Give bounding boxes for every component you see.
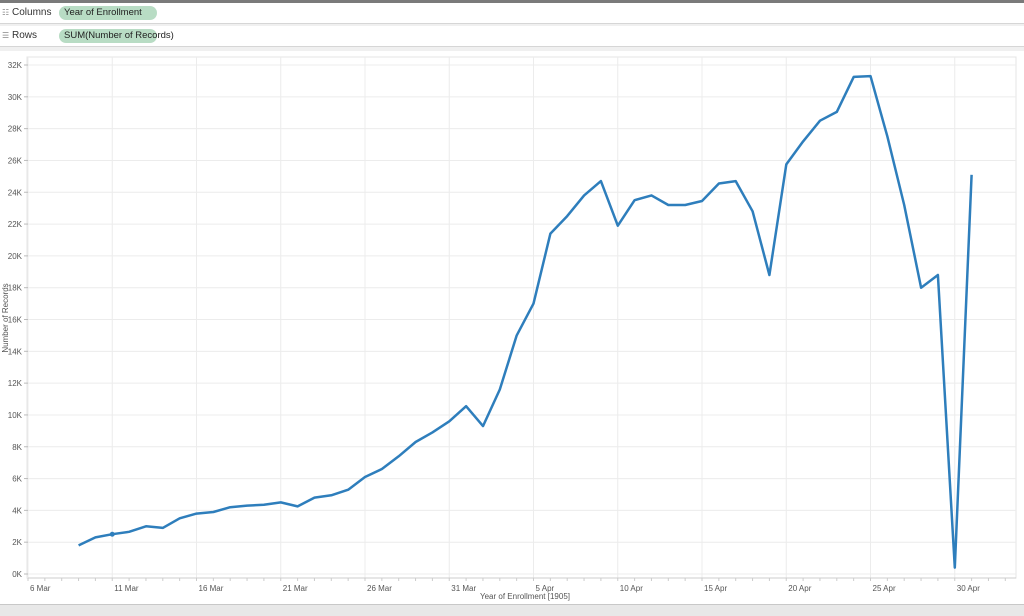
x-tick-label: 6 Mar [30,584,51,593]
y-tick-label: 16K [8,316,23,325]
y-tick-label: 14K [8,347,23,356]
line-chart: 0K 2K 4K 6K 8K 10K 12K 14K 16K 18K 20K 22K 24K 26K 28K… [1,56,1017,601]
y-tick-label: 20K [8,252,23,261]
y-tick-label: 18K [8,284,23,293]
y-tick-label: 32K [8,61,23,70]
y-tick-label: 0K [12,570,22,579]
horizontal-scrollbar[interactable] [0,604,1024,616]
y-tick-label: 10K [8,411,23,420]
y-tick-label: 22K [8,220,23,229]
x-tick-label: 10 Apr [620,584,643,593]
y-tick-label: 24K [8,188,23,197]
x-tick-label: 30 Apr [957,584,980,593]
x-axis-title: Year of Enrollment [1905] [480,592,570,601]
x-tick-label: 25 Apr [873,584,896,593]
x-tick-label: 20 Apr [788,584,811,593]
y-tick-label: 12K [8,379,23,388]
y-tick-label: 8K [12,443,22,452]
x-tick-label: 26 Mar [367,584,392,593]
x-tick-label: 21 Mar [283,584,308,593]
x-tick-label: 11 Mar [114,584,139,593]
y-tick-label: 28K [8,125,23,134]
data-point[interactable] [109,531,115,537]
x-tick-label: 16 Mar [199,584,224,593]
y-tick-label: 26K [8,156,23,165]
x-tick-label: 31 Mar [451,584,476,593]
y-tick-label: 30K [8,93,23,102]
y-tick-label: 4K [12,506,22,515]
y-tick-label: 2K [12,538,22,547]
y-tick-label: 6K [12,475,22,484]
y-axis-title: Number of Records [1,283,10,352]
series-line[interactable] [78,74,973,569]
plot-border [26,56,1017,579]
x-tick-label: 15 Apr [704,584,727,593]
